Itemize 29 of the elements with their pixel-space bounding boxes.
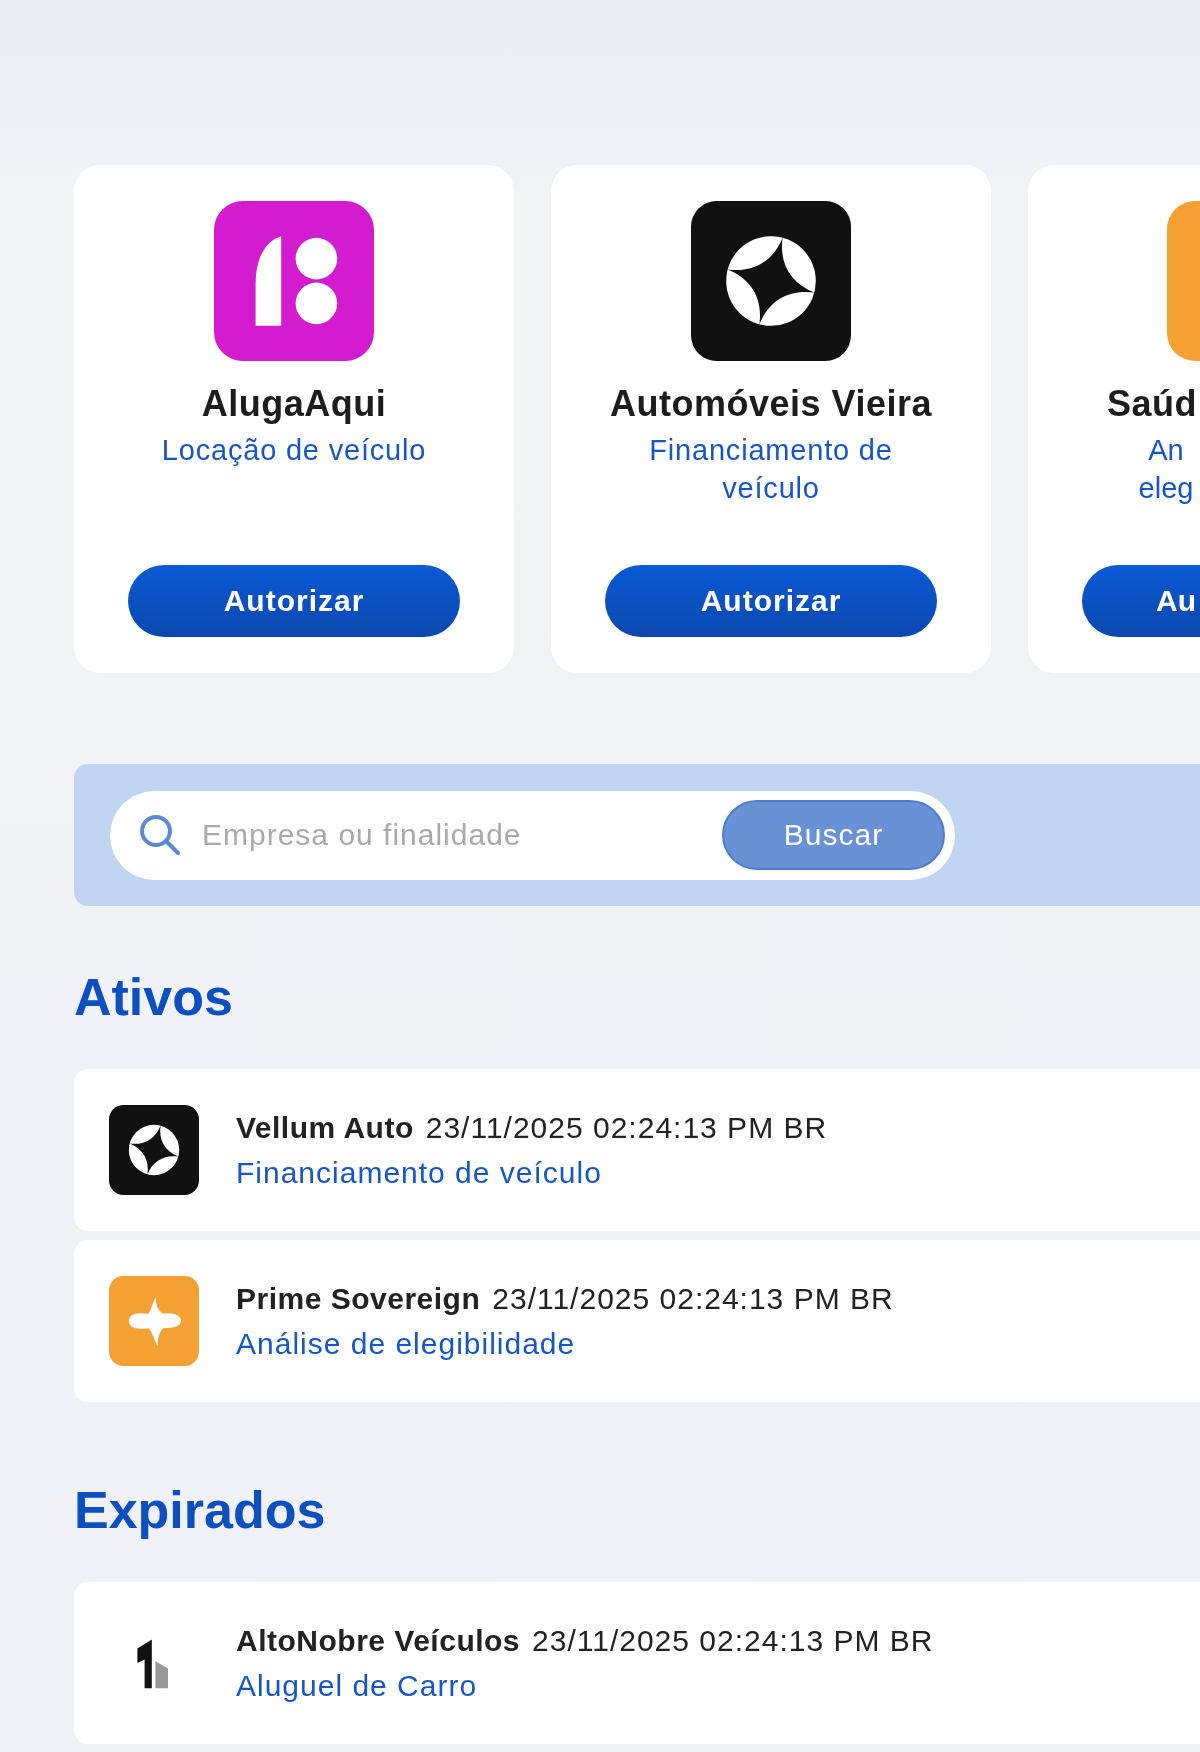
company-name: AltoNobre Veículos — [236, 1623, 521, 1659]
logo-icon — [214, 201, 374, 361]
purpose-text: Locação de veículo — [160, 433, 428, 468]
consent-row[interactable]: Vellum Auto 23/11/2025 02:24:13 PM BR Financiamento de veículo — [74, 1069, 1200, 1231]
logo-icon — [109, 1105, 199, 1195]
consent-row[interactable]: AltoNobre Veículos 23/11/2025 02:24:13 PM BR Aluguel de Carro — [74, 1582, 1200, 1744]
purpose-text: An eleg — [1138, 433, 1194, 506]
consent-row[interactable]: Prime Sovereign 23/11/2025 02:24:13 PM BR Análise de elegibilidade — [74, 1240, 1200, 1402]
purpose-text: Financiamento de veículo — [648, 433, 894, 506]
logo-icon — [109, 1276, 199, 1366]
company-name: AlugaAqui — [201, 383, 387, 425]
purpose-text: Financiamento de veículo — [236, 1155, 603, 1191]
section-heading: Expirados — [74, 1480, 327, 1540]
authorize-button[interactable]: Autorizar — [128, 565, 460, 637]
purpose-text: Aluguel de Carro — [236, 1668, 479, 1704]
logo-icon — [691, 201, 851, 361]
company-name: Saúd — [1107, 383, 1197, 425]
section-heading: Ativos — [74, 967, 234, 1027]
date-text: 23/11/2025 02:24:13 PM BR — [425, 1110, 828, 1146]
date-text: 23/11/2025 02:24:13 PM BR — [532, 1623, 934, 1659]
company-name: Vellum Auto — [236, 1110, 414, 1146]
company-name: Automóveis Vieira — [610, 383, 932, 425]
authorize-button[interactable]: Autorizar — [605, 565, 937, 637]
logo-icon — [1167, 201, 1200, 361]
authorize-button[interactable]: Au — [1082, 565, 1200, 637]
company-name: Prime Sovereign — [236, 1281, 481, 1317]
search-icon — [138, 813, 182, 857]
date-text: 23/11/2025 02:24:13 PM BR — [492, 1281, 894, 1317]
purpose-text: Análise de elegibilidade — [236, 1326, 577, 1362]
